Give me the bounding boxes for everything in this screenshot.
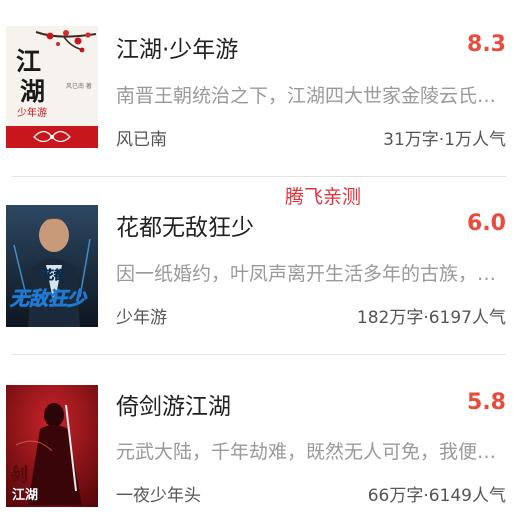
cover-title-rest: 江湖	[12, 487, 38, 503]
book-cover-art: 花都 无敌狂少	[6, 205, 98, 327]
book-score: 5.8	[467, 390, 506, 415]
book-title[interactable]: 倚剑游江湖	[116, 387, 231, 421]
book-cover[interactable]: 江 湖 少年游 风已南 著	[6, 26, 98, 148]
book-score: 8.3	[467, 32, 506, 57]
book-description: 因一纸婚约，叶凤声离开生活多年的古族，…	[116, 263, 497, 285]
cover-title-char-2: 湖	[20, 77, 45, 106]
book-cover-art: 江 湖 少年游 风已南 著	[6, 26, 98, 148]
book-stats: 182万字·6197人气	[356, 308, 506, 328]
book-title[interactable]: 江湖·少年游	[116, 30, 238, 64]
book-description: 南晋王朝统治之下，江湖四大世家金陵云氏…	[116, 85, 497, 107]
book-cover[interactable]: 剑 江湖	[6, 385, 98, 507]
book-item[interactable]: 剑 江湖 倚剑游江湖 5.8 元武大陆，千年劫难，既然无人可免，我便… 一夜少年…	[0, 355, 521, 515]
cover-title-small: 花都	[42, 267, 66, 282]
book-author[interactable]: 风已南	[116, 125, 167, 150]
book-stats: 66万字·6149人气	[367, 486, 506, 506]
book-cover[interactable]: 花都 无敌狂少	[6, 205, 98, 327]
watermark-text: 腾飞亲测	[285, 186, 362, 208]
cover-title-char: 剑	[9, 464, 28, 486]
cover-title: 无敌狂少	[9, 288, 88, 310]
book-cover-art: 剑 江湖	[6, 385, 98, 507]
book-author[interactable]: 一夜少年头	[116, 481, 201, 506]
cover-title-char-1: 江	[16, 47, 41, 76]
book-list: 江 湖 少年游 风已南 著 江湖·少年游 8.3 南晋王朝统治之下，江湖四大世家…	[0, 0, 521, 524]
book-item[interactable]: 花都 无敌狂少 花都无敌狂少 6.0 因一纸婚约，叶凤声离开生活多年的古族，… …	[0, 177, 521, 337]
cover-author: 风已南 著	[66, 82, 92, 90]
cover-subtitle: 少年游	[17, 106, 47, 119]
book-stats: 31万字·1万人气	[383, 130, 506, 150]
book-item[interactable]: 江 湖 少年游 风已南 著 江湖·少年游 8.3 南晋王朝统治之下，江湖四大世家…	[0, 0, 521, 160]
book-description: 元武大陆，千年劫难，既然无人可免，我便…	[116, 441, 497, 463]
book-author[interactable]: 少年游	[116, 303, 167, 328]
book-title[interactable]: 花都无敌狂少	[116, 208, 254, 242]
book-score: 6.0	[467, 211, 506, 236]
